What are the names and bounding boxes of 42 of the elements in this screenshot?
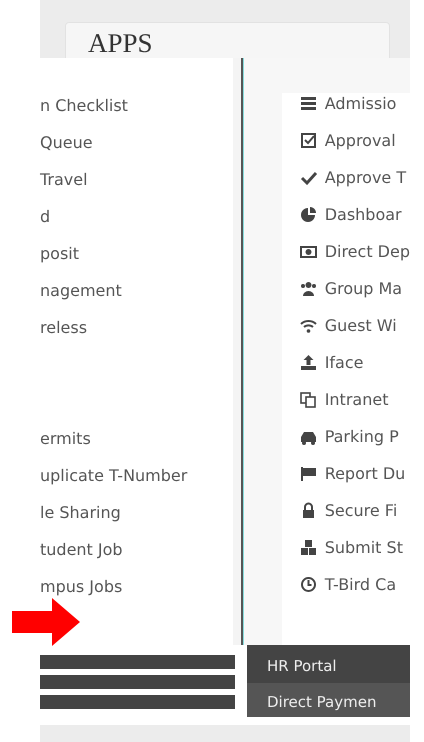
app-link[interactable]: Direct Dep [324,241,410,263]
app-link[interactable]: Parking P [324,426,399,448]
checkbox-icon [300,132,317,149]
app-link[interactable]: reless [40,317,88,339]
app-link[interactable]: nagement [40,280,122,302]
app-link[interactable]: Group Ma [324,278,402,300]
users-icon [300,280,317,297]
list-icon [300,95,317,112]
app-link[interactable]: ermits [40,428,91,450]
upload-icon [300,354,317,371]
app-link[interactable]: Direct Paymen [247,683,410,717]
app-link[interactable]: Approval [324,130,396,152]
app-link[interactable]: Guest Wi [324,315,397,337]
copy-icon [300,391,317,408]
app-link[interactable]: Approve T [324,167,406,189]
app-link[interactable]: Secure Fi [324,500,398,522]
app-link[interactable]: Admissio [324,93,396,115]
app-link[interactable]: Queue [40,132,93,154]
check-icon [300,169,317,186]
flag-icon [300,465,317,482]
app-link[interactable]: tudent Job [40,539,123,561]
app-link[interactable]: uplicate T-Number [40,465,188,487]
app-link[interactable]: Report Du [324,463,406,485]
app-link[interactable]: mpus Jobs [40,576,122,598]
app-link[interactable]: T-Bird Ca [324,574,396,596]
app-link[interactable]: n Checklist [40,95,128,117]
cubes-icon [300,539,317,556]
app-link[interactable]: le Sharing [40,502,121,524]
page-title: APPS [88,28,153,58]
money-icon [300,243,317,260]
clock-icon [300,576,317,593]
app-link[interactable]: posit [40,243,79,265]
app-link[interactable]: Travel [40,169,88,191]
app-link[interactable]: d [40,206,50,228]
app-link[interactable]: Iface [324,352,364,374]
arrow-icon [12,598,80,646]
wifi-icon [300,317,317,334]
app-link[interactable]: HR Portal [247,645,410,683]
app-link[interactable]: Intranet [324,389,388,411]
pie-chart-icon [300,206,317,223]
app-link[interactable]: Submit St [324,537,403,559]
app-link[interactable]: Dashboar [324,204,402,226]
